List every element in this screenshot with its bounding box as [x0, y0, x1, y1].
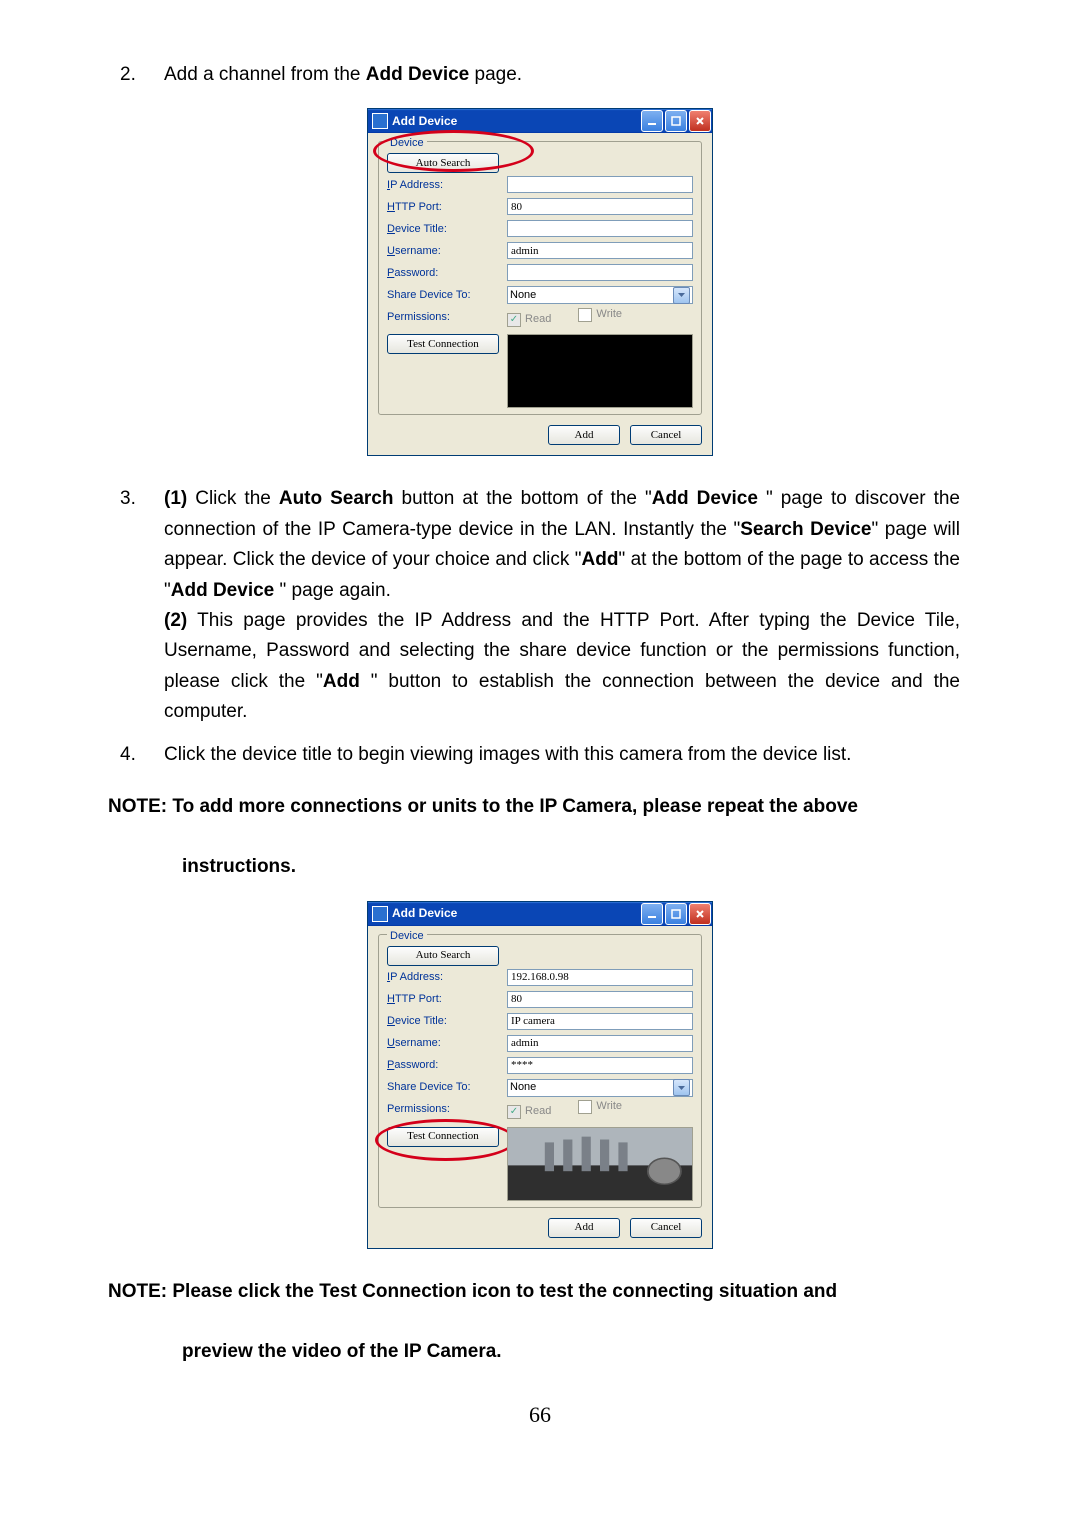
step-4: 4. Click the device title to begin viewi… [120, 740, 960, 770]
minimize-button[interactable] [641, 903, 663, 925]
chevron-down-icon [673, 1079, 690, 1096]
maximize-button[interactable] [665, 903, 687, 925]
device-title-input[interactable] [507, 1013, 693, 1030]
note-1: NOTE: To add more connections or units t… [120, 792, 960, 883]
device-group: Device Auto Search IP Address: HTTP Port… [378, 934, 702, 1208]
share-device-label: Share Device To: [387, 1079, 507, 1097]
cancel-button[interactable]: Cancel [630, 1218, 702, 1238]
step2-text-b: page. [469, 64, 522, 85]
step-2: 2. Add a channel from the Add Device pag… [120, 60, 960, 90]
username-input[interactable] [507, 1035, 693, 1052]
preview-area [507, 1127, 693, 1201]
read-checkbox[interactable]: ✓Read [507, 311, 551, 329]
step-3-body: (1) Click the Auto Search button at the … [164, 484, 960, 727]
username-label: Username: [387, 1035, 507, 1053]
note-2: NOTE: Please click the Test Connection i… [120, 1277, 960, 1368]
minimize-button[interactable] [641, 110, 663, 132]
add-device-dialog-1: Add Device Device Auto Search IP Address… [367, 108, 713, 456]
annotation-circle-testconnection [375, 1119, 516, 1161]
http-port-label: HTTP Port: [387, 199, 507, 217]
maximize-button[interactable] [665, 110, 687, 132]
step-3: 3. (1) Click the Auto Search button at t… [120, 484, 960, 727]
chevron-down-icon [673, 287, 690, 304]
permissions-label: Permissions: [387, 309, 507, 327]
device-title-input[interactable] [507, 220, 693, 237]
preview-area [507, 334, 693, 408]
app-icon [372, 906, 388, 922]
device-title-label: Device Title: [387, 1013, 507, 1031]
window-title: Add Device [392, 112, 457, 131]
add-button[interactable]: Add [548, 1218, 620, 1238]
password-label: Password: [387, 265, 507, 283]
username-input[interactable] [507, 242, 693, 259]
share-device-select[interactable]: None [507, 1079, 693, 1097]
share-device-value: None [510, 1079, 536, 1097]
http-port-label: HTTP Port: [387, 991, 507, 1009]
close-button[interactable] [689, 903, 711, 925]
device-title-label: Device Title: [387, 221, 507, 239]
note1-line1: NOTE: To add more connections or units t… [108, 792, 960, 822]
password-label: Password: [387, 1057, 507, 1075]
note2-line2: preview the video of the IP Camera. [120, 1337, 960, 1367]
step2-text-a: Add a channel from the [164, 64, 366, 85]
ip-address-input[interactable] [507, 969, 693, 986]
step-2-body: Add a channel from the Add Device page. [164, 60, 960, 90]
cancel-button[interactable]: Cancel [630, 425, 702, 445]
password-input[interactable] [507, 264, 693, 281]
permissions-label: Permissions: [387, 1101, 507, 1119]
close-button[interactable] [689, 110, 711, 132]
add-button[interactable]: Add [548, 425, 620, 445]
window-title: Add Device [392, 904, 457, 923]
add-device-dialog-2-wrap: Add Device Device Auto Search IP Address… [120, 901, 960, 1249]
ip-address-label: IP Address: [387, 177, 507, 195]
step-4-body: Click the device title to begin viewing … [164, 740, 960, 770]
page-number: 66 [120, 1397, 960, 1432]
write-checkbox[interactable]: Write [578, 1098, 622, 1116]
username-label: Username: [387, 243, 507, 261]
step-4-num: 4. [120, 740, 164, 770]
ip-address-label: IP Address: [387, 969, 507, 987]
share-device-select[interactable]: None [507, 286, 693, 304]
add-device-dialog-1-wrap: Add Device Device Auto Search IP Address… [120, 108, 960, 456]
share-device-value: None [510, 287, 536, 305]
share-device-label: Share Device To: [387, 287, 507, 305]
write-checkbox[interactable]: Write [578, 306, 622, 324]
titlebar: Add Device [368, 902, 712, 926]
step-2-num: 2. [120, 60, 164, 90]
note1-line2: instructions. [120, 852, 960, 882]
ip-address-input[interactable] [507, 176, 693, 193]
http-port-input[interactable] [507, 991, 693, 1008]
add-device-dialog-2: Add Device Device Auto Search IP Address… [367, 901, 713, 1249]
device-group: Device Auto Search IP Address: HTTP Port… [378, 141, 702, 415]
app-icon [372, 113, 388, 129]
titlebar: Add Device [368, 109, 712, 133]
step2-bold: Add Device [366, 64, 469, 85]
auto-search-button[interactable]: Auto Search [387, 946, 499, 966]
http-port-input[interactable] [507, 198, 693, 215]
note2-line1: NOTE: Please click the Test Connection i… [108, 1277, 960, 1307]
group-legend: Device [387, 928, 427, 946]
password-input[interactable] [507, 1057, 693, 1074]
read-checkbox[interactable]: ✓Read [507, 1103, 551, 1121]
test-connection-button[interactable]: Test Connection [387, 334, 499, 354]
step-3-num: 3. [120, 484, 164, 727]
